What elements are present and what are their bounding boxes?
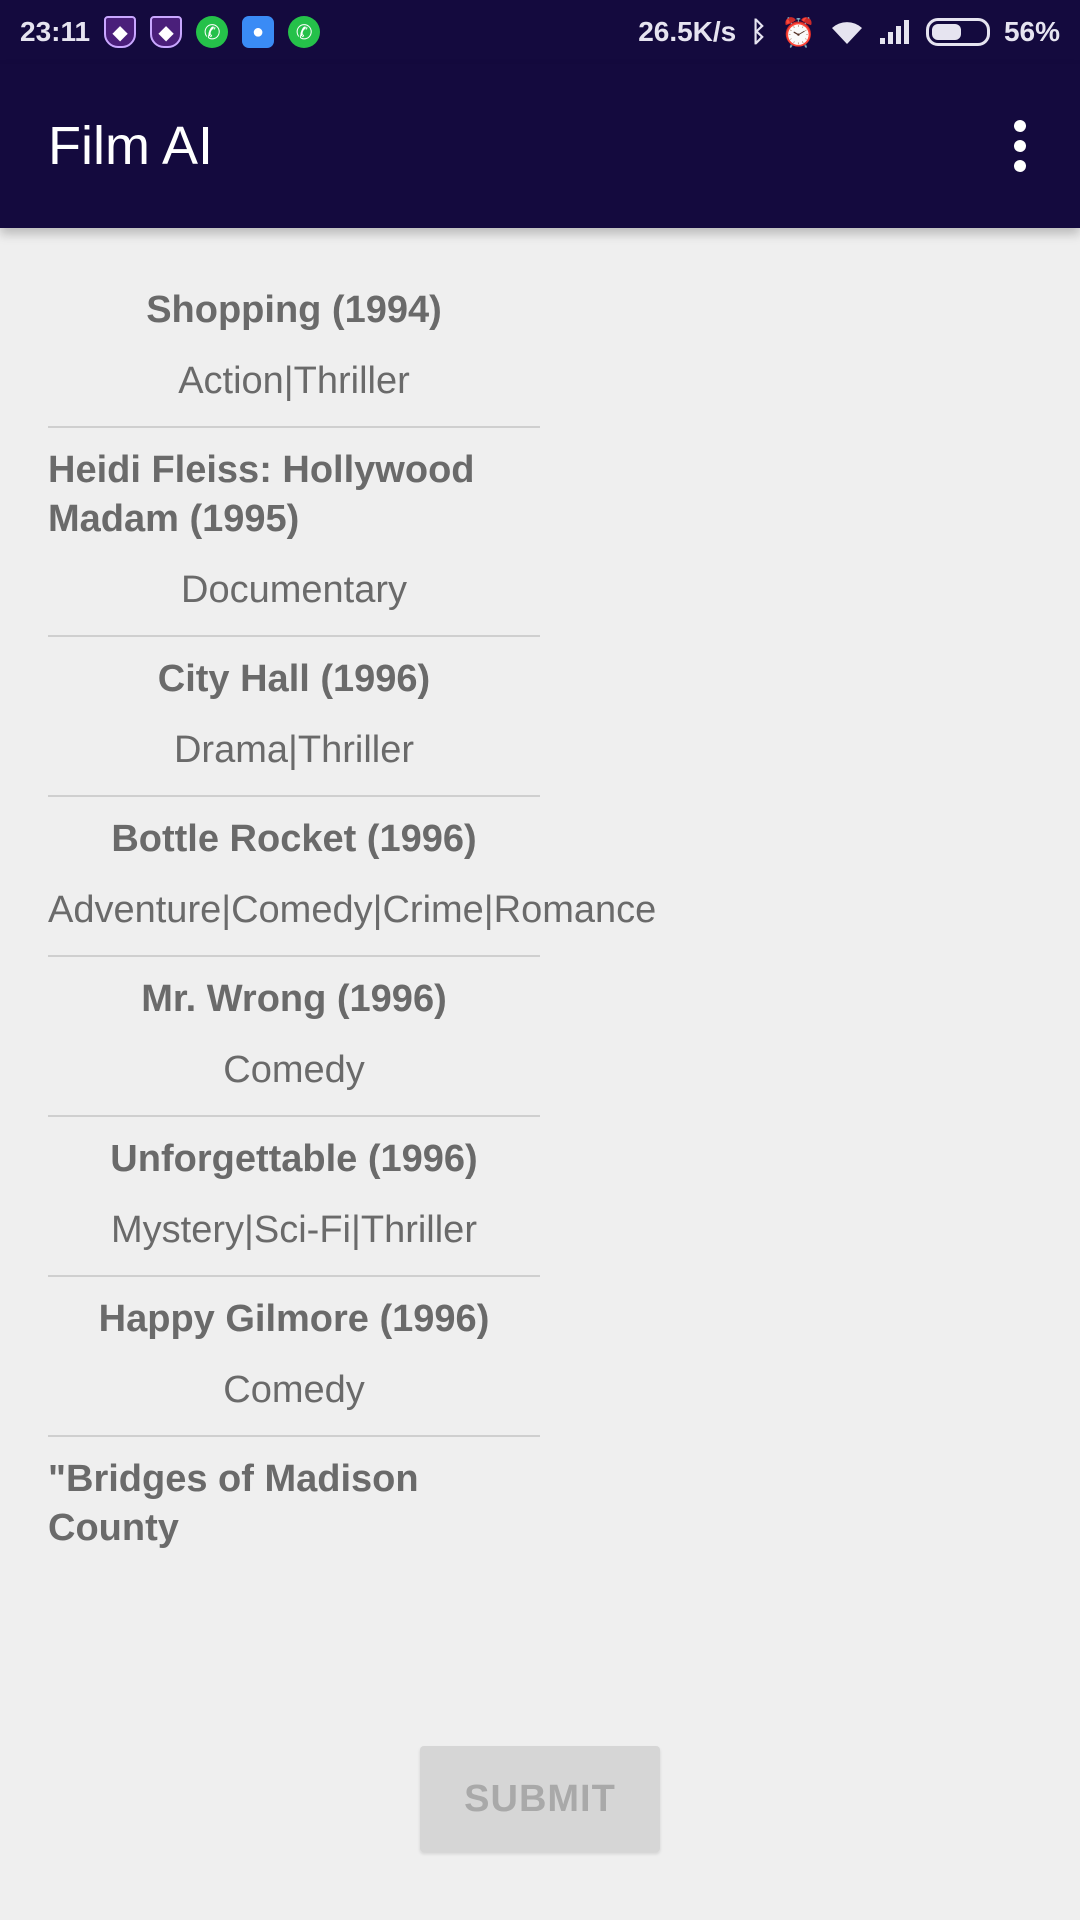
wifi-icon <box>831 22 862 44</box>
movie-item[interactable]: Happy Gilmore (1996) Comedy <box>48 1277 540 1437</box>
movie-genres: Documentary <box>181 569 407 611</box>
signal-icon <box>879 20 909 44</box>
whatsapp-icon: ✆ <box>288 16 321 48</box>
movie-item[interactable]: City Hall (1996) Drama|Thriller <box>48 637 540 797</box>
movie-genres: Adventure|Comedy|Crime|Romance <box>48 889 657 931</box>
app-bar: Film AI <box>0 64 1080 228</box>
movie-title: Mr. Wrong (1996) <box>141 978 447 1020</box>
movie-genres: Mystery|Sci-Fi|Thriller <box>111 1209 477 1251</box>
network-speed: 26.5K/s <box>638 16 737 47</box>
movie-genres: Comedy <box>223 1049 365 1091</box>
movie-item[interactable]: Heidi Fleiss: Hollywood Madam (1995) Doc… <box>48 428 540 637</box>
status-bar: 23:11 ◆ ◆ ✆ ● ✆ 26.5K/s ᛒ ⏰ 56% <box>0 0 1080 64</box>
movie-item[interactable]: Bottle Rocket (1996) Adventure|Comedy|Cr… <box>48 797 657 957</box>
submit-button[interactable]: SUBMIT <box>420 1746 660 1852</box>
movie-title: Unforgettable (1996) <box>110 1138 478 1180</box>
movie-genres: Drama|Thriller <box>173 729 414 771</box>
menu-dot <box>1014 160 1026 172</box>
status-left: 23:11 ◆ ◆ ✆ ● ✆ <box>20 16 321 48</box>
movie-title: Happy Gilmore (1996) <box>98 1298 490 1340</box>
movie-title: City Hall (1996) <box>157 658 431 700</box>
status-right: 26.5K/s ᛒ ⏰ 56% <box>638 16 1060 49</box>
messenger-icon: ● <box>242 16 275 48</box>
movie-item[interactable]: Shopping (1994) Action|Thriller <box>48 270 540 428</box>
battery-icon <box>925 18 990 46</box>
movie-item[interactable]: Unforgettable (1996) Mystery|Sci-Fi|Thri… <box>48 1117 540 1277</box>
movie-title: "Bridges of Madison County <box>48 1458 419 1549</box>
alarm-icon: ⏰ <box>781 16 816 48</box>
battery-percent: 56% <box>1003 16 1060 47</box>
status-time: 23:11 <box>20 16 91 47</box>
movie-item[interactable]: Mr. Wrong (1996) Comedy <box>48 957 540 1117</box>
movie-genres: Action|Thriller <box>178 360 410 402</box>
menu-dot <box>1014 120 1026 132</box>
movie-title: Bottle Rocket (1996) <box>111 818 477 860</box>
more-vertical-icon[interactable] <box>992 106 1048 186</box>
whatsapp-icon: ✆ <box>196 16 229 48</box>
app-title: Film AI <box>48 116 214 176</box>
movie-item[interactable]: "Bridges of Madison County <box>48 1437 540 1573</box>
menu-dot <box>1014 140 1026 152</box>
movie-genres: Comedy <box>223 1369 365 1411</box>
movie-title: Heidi Fleiss: Hollywood Madam (1995) <box>48 449 475 540</box>
shield-icon: ◆ <box>104 16 137 48</box>
shield-icon: ◆ <box>150 16 183 48</box>
battery-fill <box>931 24 962 40</box>
movie-title: Shopping (1994) <box>146 289 442 331</box>
movie-list: Shopping (1994) Action|Thriller Heidi Fl… <box>48 270 657 1573</box>
bluetooth-icon: ᛒ <box>750 16 768 47</box>
